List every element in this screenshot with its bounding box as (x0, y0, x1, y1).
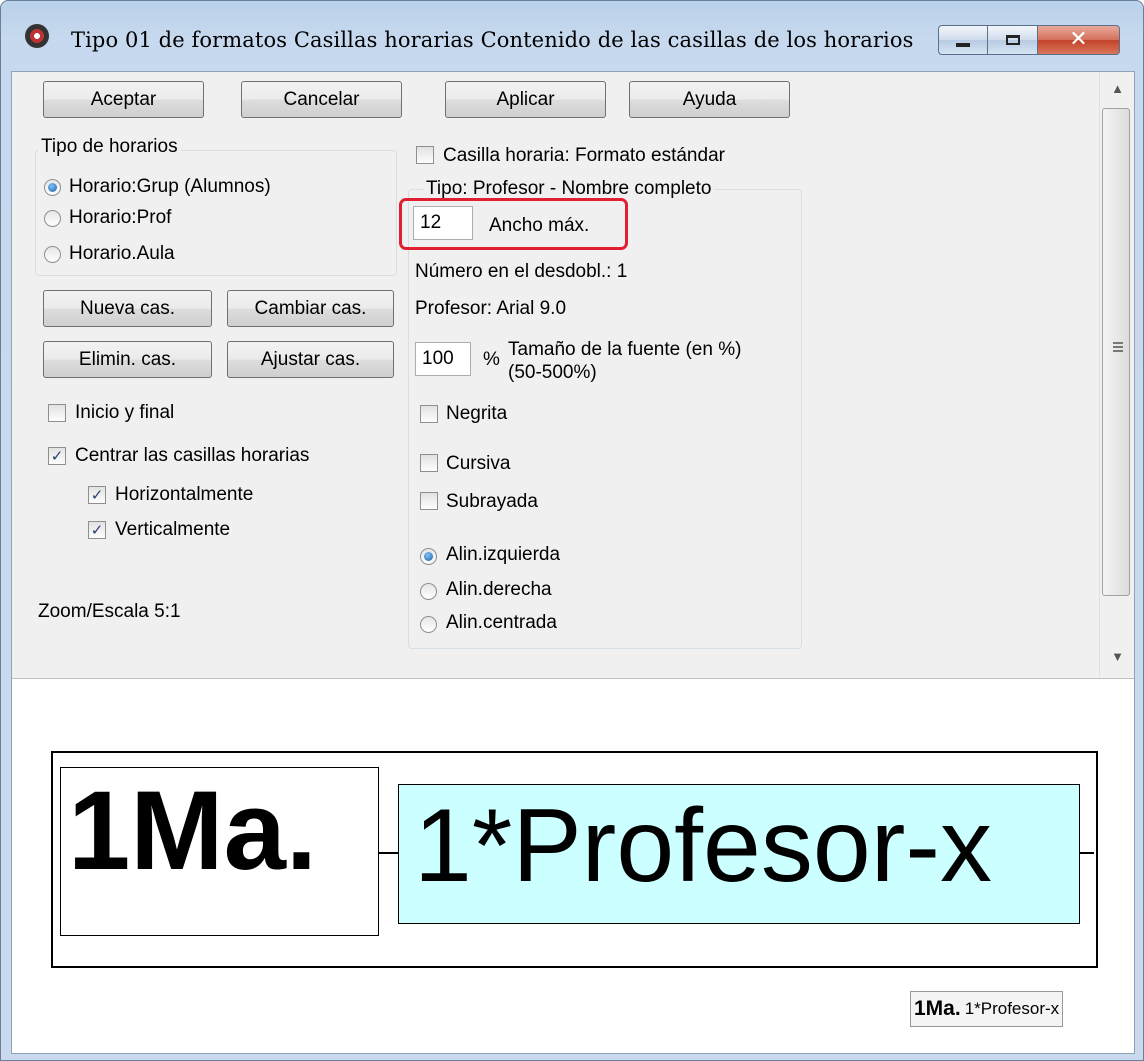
cell-preview: 1Ma. 1*Profesor-x 1Ma. 1*Profesor-x (12, 678, 1134, 1053)
radio-horario-prof-label[interactable]: Horario:Prof (69, 207, 171, 229)
font-size-label: Tamaño de la fuente (en %) (508, 339, 742, 360)
vertical-checkbox[interactable]: ✓ (88, 521, 106, 539)
adjust-cell-button[interactable]: Ajustar cas. (227, 341, 394, 378)
font-size-input[interactable]: 100 (415, 342, 471, 376)
start-end-checkbox[interactable] (48, 404, 66, 422)
scroll-down-arrow-icon[interactable]: ▼ (1100, 640, 1134, 674)
window-title: Tipo 01 de formatos Casillas horarias Co… (71, 28, 914, 52)
bold-label[interactable]: Negrita (446, 403, 507, 425)
align-left-radio[interactable] (420, 548, 437, 565)
thumbnail-teacher-text: 1*Profesor-x (964, 999, 1060, 1018)
scroll-thumb[interactable] (1102, 108, 1130, 596)
maximize-button[interactable] (988, 25, 1038, 55)
close-button[interactable]: ✕ (1038, 25, 1120, 55)
underline-label[interactable]: Subrayada (446, 491, 538, 513)
split-number-label: Número en el desdobl.: 1 (415, 261, 628, 282)
underline-checkbox[interactable] (420, 492, 438, 510)
cancel-button[interactable]: Cancelar (241, 81, 402, 118)
preview-connector (379, 852, 398, 854)
radio-horario-grup[interactable] (44, 179, 61, 196)
thumbnail-group-text: 1Ma. (914, 997, 961, 1020)
scroll-grip-icon (1113, 342, 1123, 352)
teacher-font-label: Profesor: Arial 9.0 (415, 298, 567, 319)
horizontal-checkbox[interactable]: ✓ (88, 486, 106, 504)
preview-connector-right (1080, 852, 1094, 854)
radio-horario-aula[interactable] (44, 246, 61, 263)
standard-format-label[interactable]: Casilla horaria: Formato estándar (443, 145, 725, 167)
radio-horario-prof[interactable] (44, 210, 61, 227)
vertical-scrollbar[interactable]: ▲ ▼ (1099, 72, 1134, 676)
italic-checkbox[interactable] (420, 454, 438, 472)
align-center-label[interactable]: Alin.centrada (446, 612, 557, 634)
start-end-label[interactable]: Inicio y final (75, 402, 174, 424)
font-size-range: (50-500%) (508, 362, 597, 383)
format-group-title: Tipo: Profesor - Nombre completo (423, 178, 715, 200)
new-cell-button[interactable]: Nueva cas. (43, 290, 212, 327)
align-left-label[interactable]: Alin.izquierda (446, 544, 560, 566)
app-icon (25, 24, 49, 48)
max-width-highlight (399, 198, 628, 250)
accept-button[interactable]: Aceptar (43, 81, 204, 118)
preview-group-text: 1Ma. (68, 768, 317, 893)
percent-symbol: % (483, 349, 500, 370)
preview-thumbnail: 1Ma. 1*Profesor-x (910, 991, 1064, 1027)
title-bar[interactable]: Tipo 01 de formatos Casillas horarias Co… (1, 1, 1143, 71)
vertical-label[interactable]: Verticalmente (115, 519, 230, 541)
align-right-label[interactable]: Alin.derecha (446, 579, 552, 601)
zoom-label: Zoom/Escala 5:1 (38, 601, 181, 622)
dialog-window: Tipo 01 de formatos Casillas horarias Co… (0, 0, 1144, 1061)
horizontal-label[interactable]: Horizontalmente (115, 484, 253, 506)
close-icon: ✕ (1069, 27, 1088, 52)
bold-checkbox[interactable] (420, 405, 438, 423)
schedule-type-title: Tipo de horarios (38, 136, 181, 158)
center-cells-label[interactable]: Centrar las casillas horarias (75, 445, 309, 467)
help-button[interactable]: Ayuda (629, 81, 790, 118)
delete-cell-button[interactable]: Elimin. cas. (43, 341, 212, 378)
preview-teacher-text: 1*Profesor-x (414, 788, 992, 904)
change-cell-button[interactable]: Cambiar cas. (227, 290, 394, 327)
standard-format-checkbox[interactable] (416, 146, 434, 164)
settings-panel: Aceptar Cancelar Aplicar Ayuda Tipo de h… (12, 72, 1099, 676)
apply-button[interactable]: Aplicar (445, 81, 606, 118)
scroll-up-arrow-icon[interactable]: ▲ (1100, 72, 1134, 106)
radio-horario-aula-label[interactable]: Horario.Aula (69, 243, 175, 265)
italic-label[interactable]: Cursiva (446, 453, 510, 475)
minimize-button[interactable] (938, 25, 988, 55)
radio-horario-grup-label[interactable]: Horario:Grup (Alumnos) (69, 176, 271, 198)
maximize-icon (1005, 35, 1020, 45)
align-right-radio[interactable] (420, 583, 437, 600)
center-cells-checkbox[interactable]: ✓ (48, 447, 66, 465)
align-center-radio[interactable] (420, 616, 437, 633)
dialog-client: Aceptar Cancelar Aplicar Ayuda Tipo de h… (11, 71, 1135, 1054)
minimize-icon (956, 43, 970, 47)
